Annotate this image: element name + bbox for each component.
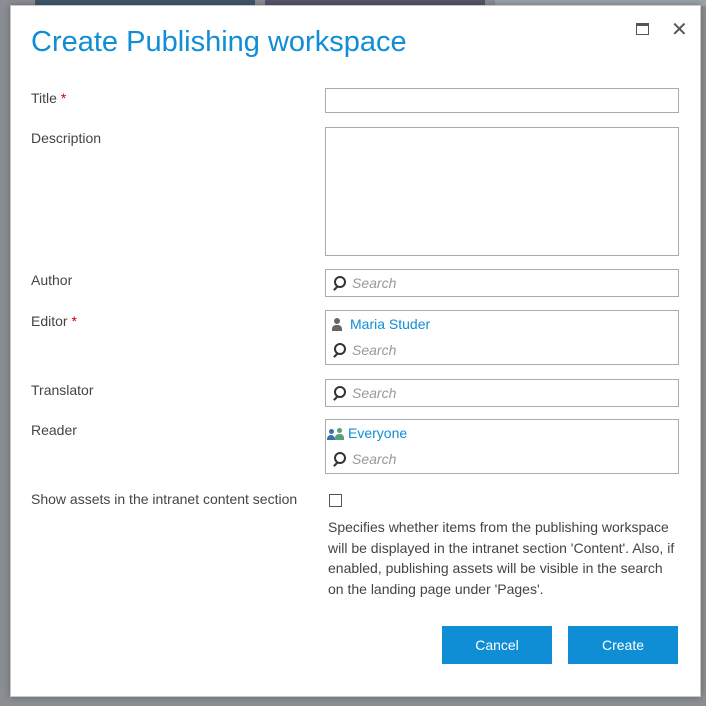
search-icon (332, 386, 346, 400)
translator-search-placeholder: Search (352, 385, 397, 401)
user-icon (330, 317, 344, 331)
search-icon (332, 343, 346, 357)
create-button[interactable]: Create (568, 626, 678, 664)
show-assets-label: Show assets in the intranet content sect… (31, 491, 298, 507)
editor-picker[interactable]: Maria Studer Search (325, 310, 679, 365)
cancel-button[interactable]: Cancel (442, 626, 552, 664)
dialog-title: Create Publishing workspace (31, 26, 407, 58)
show-assets-help-text: Specifies whether items from the publish… (328, 519, 675, 597)
search-icon (332, 276, 346, 290)
translator-label: Translator (31, 382, 94, 398)
search-icon (332, 452, 346, 466)
show-assets-checkbox[interactable] (329, 494, 342, 507)
description-textarea[interactable] (325, 127, 679, 256)
author-picker[interactable]: Search (325, 269, 679, 297)
reader-label: Reader (31, 422, 77, 438)
create-workspace-dialog: Create Publishing workspace ✕ Title * De… (10, 5, 701, 697)
group-icon (327, 426, 345, 440)
reader-person[interactable]: Everyone (348, 425, 407, 441)
editor-search-placeholder: Search (352, 342, 397, 358)
description-label: Description (31, 130, 102, 146)
author-search-placeholder: Search (352, 275, 397, 291)
editor-person[interactable]: Maria Studer (350, 316, 430, 332)
reader-search-placeholder: Search (352, 451, 397, 467)
reader-picker[interactable]: Everyone Search (325, 419, 679, 474)
title-input[interactable] (325, 88, 679, 113)
close-icon[interactable]: ✕ (671, 17, 688, 42)
editor-label: Editor * (31, 313, 77, 329)
translator-picker[interactable]: Search (325, 379, 679, 407)
maximize-icon[interactable] (636, 23, 649, 35)
author-label: Author (31, 272, 73, 288)
title-label: Title * (31, 90, 67, 106)
